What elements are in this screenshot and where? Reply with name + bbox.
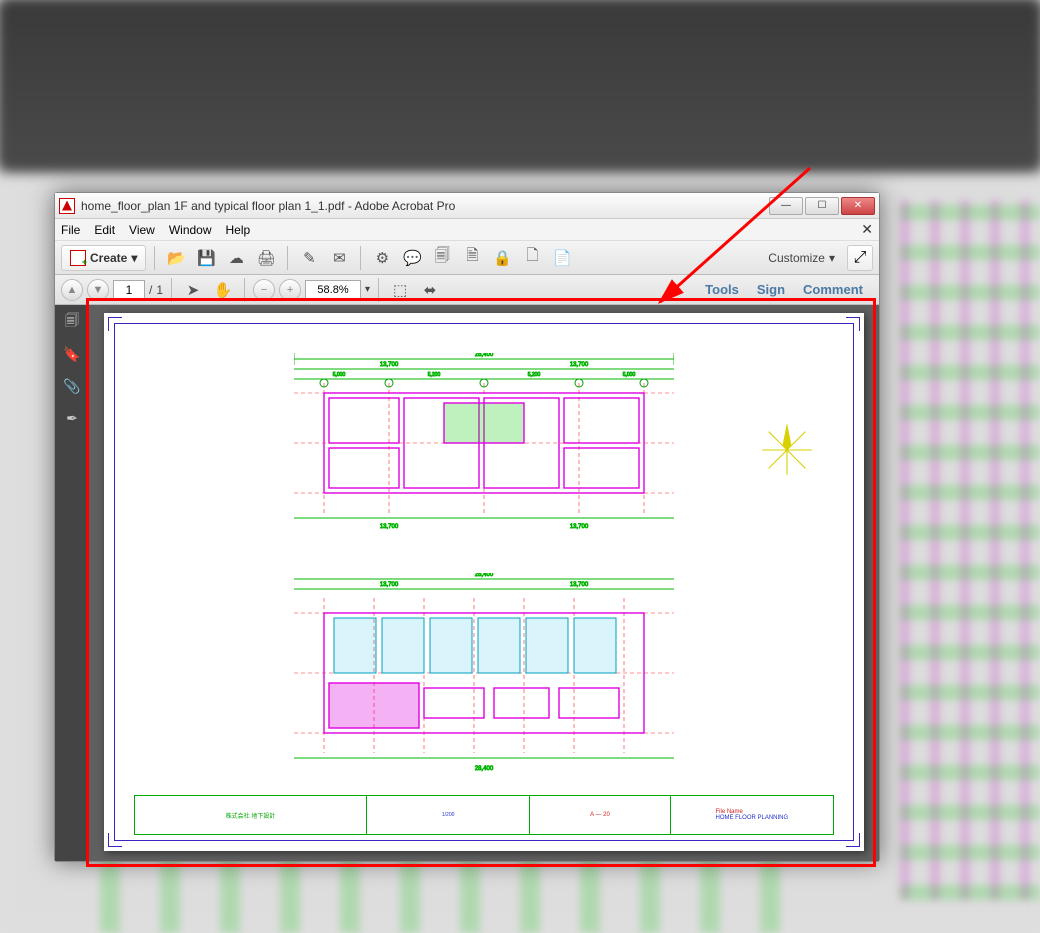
menu-view[interactable]: View bbox=[129, 223, 155, 237]
combine-icon[interactable]: 🗐 bbox=[429, 245, 455, 271]
close-document-icon[interactable]: ✕ bbox=[861, 221, 873, 238]
title-company: 株式会社 地下設計 bbox=[226, 811, 276, 820]
autocad-ribbon-blur bbox=[0, 0, 1040, 170]
svg-text:13,700: 13,700 bbox=[570, 524, 589, 530]
titlebar[interactable]: home_floor_plan 1F and typical floor pla… bbox=[55, 193, 879, 219]
page-up-button[interactable]: ▲ bbox=[61, 279, 83, 301]
print-icon[interactable]: 🖨 bbox=[253, 245, 279, 271]
svg-text:13,700: 13,700 bbox=[570, 362, 589, 368]
svg-text:28,400: 28,400 bbox=[475, 353, 494, 358]
svg-text:13,700: 13,700 bbox=[570, 582, 589, 588]
toolbar-nav: ▲ ▼ / 1 ➤ ✋ − + ▾ ⬚ ⬌ Tools Sign Comment bbox=[55, 275, 879, 305]
edit-icon[interactable]: ✎ bbox=[296, 245, 322, 271]
minimize-button[interactable]: — bbox=[769, 197, 803, 215]
action-icon[interactable]: 📄 bbox=[549, 245, 575, 271]
gear-icon[interactable]: ⚙ bbox=[369, 245, 395, 271]
create-button[interactable]: Create ▾ bbox=[61, 245, 146, 271]
chevron-down-icon[interactable]: ▾ bbox=[365, 284, 370, 295]
save-icon[interactable]: 💾 bbox=[193, 245, 219, 271]
export-icon[interactable]: 🗋 bbox=[519, 245, 545, 271]
acrobat-app-icon bbox=[59, 198, 75, 214]
pdf-page: 28,400 13,700 13,700 5,000 5,200 5,200 5… bbox=[104, 313, 864, 851]
thumbnails-icon[interactable]: 🗐 bbox=[61, 311, 83, 333]
fit-page-icon[interactable]: ⬚ bbox=[387, 277, 413, 303]
title-block: 株式会社 地下設計 1/200 A — 20 File Name HOME FL… bbox=[134, 795, 834, 835]
customize-label: Customize bbox=[768, 251, 825, 265]
page-sep: / bbox=[149, 283, 152, 297]
toolbar-main: Create ▾ 📂 💾 ☁ 🖨 ✎ ✉ ⚙ 💬 🗐 🗎 🔒 🗋 📄 Custo… bbox=[55, 241, 879, 275]
side-nav: 🗐 🔖 📎 ✒ bbox=[55, 305, 89, 861]
menu-window[interactable]: Window bbox=[169, 223, 212, 237]
svg-text:5,000: 5,000 bbox=[333, 372, 346, 378]
zoom-out-button[interactable]: − bbox=[253, 279, 275, 301]
form-icon[interactable]: 🗎 bbox=[459, 245, 485, 271]
svg-text:28,400: 28,400 bbox=[475, 766, 494, 772]
customize-button[interactable]: Customize ▾ bbox=[760, 251, 843, 265]
menu-help[interactable]: Help bbox=[226, 223, 251, 237]
attachments-icon[interactable]: 📎 bbox=[61, 375, 83, 397]
chevron-down-icon: ▾ bbox=[131, 251, 137, 265]
page-number-input[interactable] bbox=[113, 280, 145, 300]
page-canvas[interactable]: 28,400 13,700 13,700 5,000 5,200 5,200 5… bbox=[89, 305, 879, 861]
select-tool-icon[interactable]: ➤ bbox=[180, 277, 206, 303]
menu-edit[interactable]: Edit bbox=[94, 223, 115, 237]
page-down-button[interactable]: ▼ bbox=[87, 279, 109, 301]
signatures-icon[interactable]: ✒ bbox=[61, 407, 83, 429]
svg-text:5,200: 5,200 bbox=[528, 372, 541, 378]
bookmarks-icon[interactable]: 🔖 bbox=[61, 343, 83, 365]
document-area: 🗐 🔖 📎 ✒ bbox=[55, 305, 879, 861]
zoom-input[interactable] bbox=[305, 280, 361, 300]
protect-icon[interactable]: 🔒 bbox=[489, 245, 515, 271]
svg-text:28,400: 28,400 bbox=[475, 573, 494, 578]
floor-plan-lower: 28,400 13,700 13,700 bbox=[294, 573, 674, 773]
create-label: Create bbox=[90, 251, 127, 265]
svg-text:5,200: 5,200 bbox=[428, 372, 441, 378]
tab-sign[interactable]: Sign bbox=[757, 282, 785, 297]
pdf-icon bbox=[70, 250, 86, 266]
window-title: home_floor_plan 1F and typical floor pla… bbox=[81, 199, 767, 213]
email-icon[interactable]: ✉ bbox=[326, 245, 352, 271]
floor-plan-upper: 28,400 13,700 13,700 5,000 5,200 5,200 5… bbox=[294, 353, 674, 533]
fullscreen-icon[interactable]: ⤢ bbox=[847, 245, 873, 271]
cloud-icon[interactable]: ☁ bbox=[223, 245, 249, 271]
acrobat-window: home_floor_plan 1F and typical floor pla… bbox=[54, 192, 880, 862]
svg-text:5,000: 5,000 bbox=[623, 372, 636, 378]
sheet-number: A — 20 bbox=[590, 812, 610, 818]
maximize-button[interactable]: ☐ bbox=[805, 197, 839, 215]
menu-file[interactable]: File bbox=[61, 223, 80, 237]
svg-text:13,700: 13,700 bbox=[380, 524, 399, 530]
chevron-down-icon: ▾ bbox=[829, 251, 835, 265]
svg-text:13,700: 13,700 bbox=[380, 582, 399, 588]
menubar: File Edit View Window Help ✕ bbox=[55, 219, 879, 241]
background-drawing-right bbox=[900, 200, 1040, 900]
open-icon[interactable]: 📂 bbox=[163, 245, 189, 271]
comment-icon[interactable]: 💬 bbox=[399, 245, 425, 271]
tab-tools[interactable]: Tools bbox=[705, 282, 739, 297]
close-button[interactable]: ✕ bbox=[841, 197, 875, 215]
zoom-in-button[interactable]: + bbox=[279, 279, 301, 301]
page-total: 1 bbox=[156, 283, 163, 297]
hand-tool-icon[interactable]: ✋ bbox=[210, 277, 236, 303]
file-name-value: HOME FLOOR PLANNING bbox=[716, 815, 789, 821]
tab-comment[interactable]: Comment bbox=[803, 282, 863, 297]
north-compass-icon bbox=[760, 423, 814, 477]
svg-text:13,700: 13,700 bbox=[380, 362, 399, 368]
fit-width-icon[interactable]: ⬌ bbox=[417, 277, 443, 303]
